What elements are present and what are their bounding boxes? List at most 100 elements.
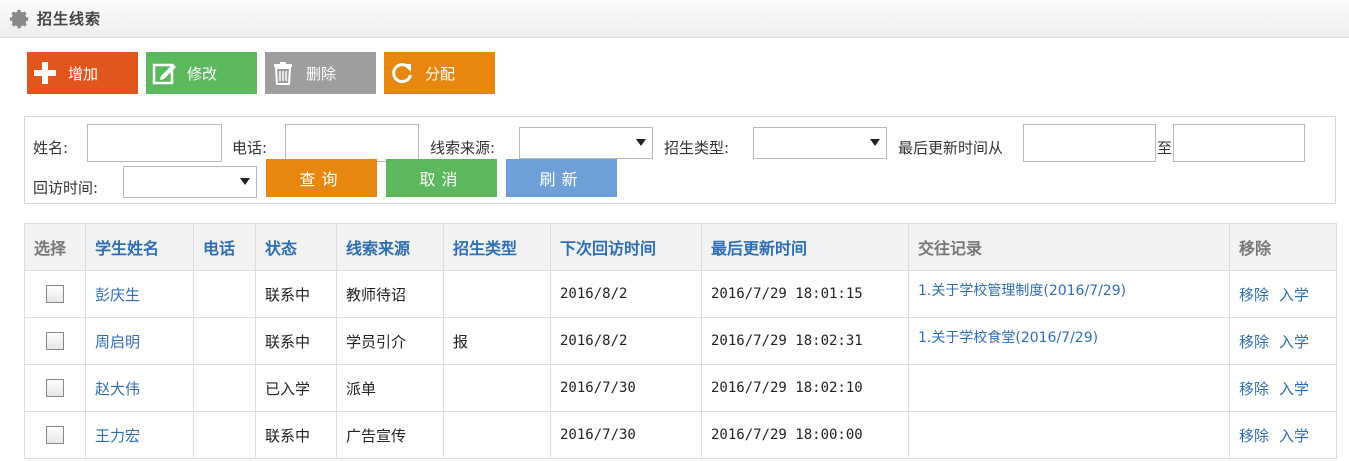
next-visit-cell: 2016/8/2: [550, 270, 702, 318]
visit-select[interactable]: [123, 166, 257, 198]
updated-cell: 2016/7/29 18:02:31: [701, 317, 909, 365]
search-panel: 姓名: 电话: 线索来源: 招生类型: 最后更新时间从 至 回访时间: 查询 取…: [24, 116, 1336, 204]
add-label: 增加: [68, 64, 99, 83]
status-cell: 联系中: [255, 317, 337, 365]
col-type[interactable]: 招生类型: [443, 223, 551, 271]
type-cell: [443, 270, 551, 318]
updated-to-input[interactable]: [1173, 124, 1305, 162]
record-link[interactable]: 1.关于学校管理制度(2016/7/29): [908, 270, 1230, 318]
name-input[interactable]: [87, 124, 222, 162]
row-checkbox[interactable]: [46, 285, 64, 303]
title-bar: 招生线索: [0, 0, 1349, 38]
type-cell: [443, 411, 551, 459]
student-name[interactable]: 周启明: [85, 317, 194, 365]
row-checkbox[interactable]: [46, 426, 64, 444]
enroll-link[interactable]: 入学: [1279, 380, 1309, 398]
name-label: 姓名:: [33, 139, 69, 157]
page-title: 招生线索: [37, 10, 102, 28]
type-cell: 报: [443, 317, 551, 365]
source-cell: 派单: [336, 364, 444, 412]
select-cell: [24, 270, 86, 318]
edit-button[interactable]: 修改: [146, 52, 257, 94]
phone-cell: [193, 317, 256, 365]
updated-cell: 2016/7/29 18:00:00: [701, 411, 909, 459]
edit-icon: [152, 63, 176, 85]
row-checkbox[interactable]: [46, 332, 64, 350]
delete-label: 删除: [306, 64, 337, 83]
col-remove: 移除: [1229, 223, 1337, 271]
next-visit-cell: 2016/8/2: [550, 317, 702, 365]
status-cell: 联系中: [255, 270, 337, 318]
col-student-name[interactable]: 学生姓名: [85, 223, 194, 271]
assign-label: 分配: [425, 64, 456, 83]
query-button[interactable]: 查询: [266, 159, 377, 197]
status-cell: 已入学: [255, 364, 337, 412]
table-row: 王力宏 联系中 广告宣传 2016/7/30 2016/7/29 18:00:0…: [24, 411, 1337, 459]
remove-link[interactable]: 移除: [1239, 380, 1269, 398]
chevron-down-icon: [870, 139, 880, 146]
next-visit-cell: 2016/7/30: [550, 364, 702, 412]
enroll-link[interactable]: 入学: [1279, 333, 1309, 351]
col-status[interactable]: 状态: [255, 223, 337, 271]
actions-cell: 移除 入学: [1229, 364, 1337, 412]
chevron-down-icon: [240, 178, 250, 185]
record-link[interactable]: [908, 364, 1230, 412]
updated-from-input[interactable]: [1023, 124, 1156, 162]
gear-icon: [9, 9, 29, 28]
refresh-button[interactable]: 刷新: [506, 159, 617, 197]
actions-cell: 移除 入学: [1229, 411, 1337, 459]
type-select[interactable]: [753, 127, 887, 159]
remove-link[interactable]: 移除: [1239, 286, 1269, 304]
col-phone[interactable]: 电话: [193, 223, 256, 271]
col-select: 选择: [24, 223, 86, 271]
col-updated[interactable]: 最后更新时间: [701, 223, 909, 271]
col-next-visit[interactable]: 下次回访时间: [550, 223, 702, 271]
table-row: 赵大伟 已入学 派单 2016/7/30 2016/7/29 18:02:10 …: [24, 364, 1337, 412]
actions-cell: 移除 入学: [1229, 270, 1337, 318]
source-cell: 广告宣传: [336, 411, 444, 459]
enroll-link[interactable]: 入学: [1279, 286, 1309, 304]
type-cell: [443, 364, 551, 412]
col-record: 交往记录: [908, 223, 1230, 271]
to-label: 至: [1157, 139, 1173, 157]
phone-input[interactable]: [285, 124, 419, 162]
student-name[interactable]: 彭庆生: [85, 270, 194, 318]
select-cell: [24, 317, 86, 365]
source-cell: 学员引介: [336, 317, 444, 365]
select-cell: [24, 411, 86, 459]
status-cell: 联系中: [255, 411, 337, 459]
cancel-button[interactable]: 取消: [386, 159, 497, 197]
record-link[interactable]: 1.关于学校食堂(2016/7/29): [908, 317, 1230, 365]
source-select[interactable]: [519, 127, 653, 159]
next-visit-cell: 2016/7/30: [550, 411, 702, 459]
phone-label: 电话:: [232, 139, 268, 157]
phone-cell: [193, 411, 256, 459]
updated-from-label: 最后更新时间从: [898, 139, 1004, 157]
row-checkbox[interactable]: [46, 379, 64, 397]
assign-button[interactable]: 分配: [384, 52, 495, 94]
toolbar: 增加 修改 删除 分配: [27, 52, 495, 94]
edit-label: 修改: [187, 64, 218, 83]
trash-icon: [274, 62, 292, 85]
source-cell: 教师待诏: [336, 270, 444, 318]
plus-icon: [34, 62, 56, 84]
remove-link[interactable]: 移除: [1239, 427, 1269, 445]
type-label: 招生类型:: [664, 139, 730, 157]
visit-label: 回访时间:: [33, 179, 99, 197]
actions-cell: 移除 入学: [1229, 317, 1337, 365]
table-header: 选择 学生姓名 电话 状态 线索来源 招生类型 下次回访时间 最后更新时间 交往…: [24, 223, 1337, 271]
refresh-icon: [392, 63, 412, 84]
leads-table: 选择 学生姓名 电话 状态 线索来源 招生类型 下次回访时间 最后更新时间 交往…: [24, 223, 1337, 459]
enroll-link[interactable]: 入学: [1279, 427, 1309, 445]
updated-cell: 2016/7/29 18:01:15: [701, 270, 909, 318]
chevron-down-icon: [636, 139, 646, 146]
delete-button[interactable]: 删除: [265, 52, 376, 94]
add-button[interactable]: 增加: [27, 52, 138, 94]
remove-link[interactable]: 移除: [1239, 333, 1269, 351]
table-row: 周启明 联系中 学员引介 报 2016/8/2 2016/7/29 18:02:…: [24, 317, 1337, 365]
col-source[interactable]: 线索来源: [336, 223, 444, 271]
table-row: 彭庆生 联系中 教师待诏 2016/8/2 2016/7/29 18:01:15…: [24, 270, 1337, 318]
record-link[interactable]: [908, 411, 1230, 459]
student-name[interactable]: 赵大伟: [85, 364, 194, 412]
student-name[interactable]: 王力宏: [85, 411, 194, 459]
